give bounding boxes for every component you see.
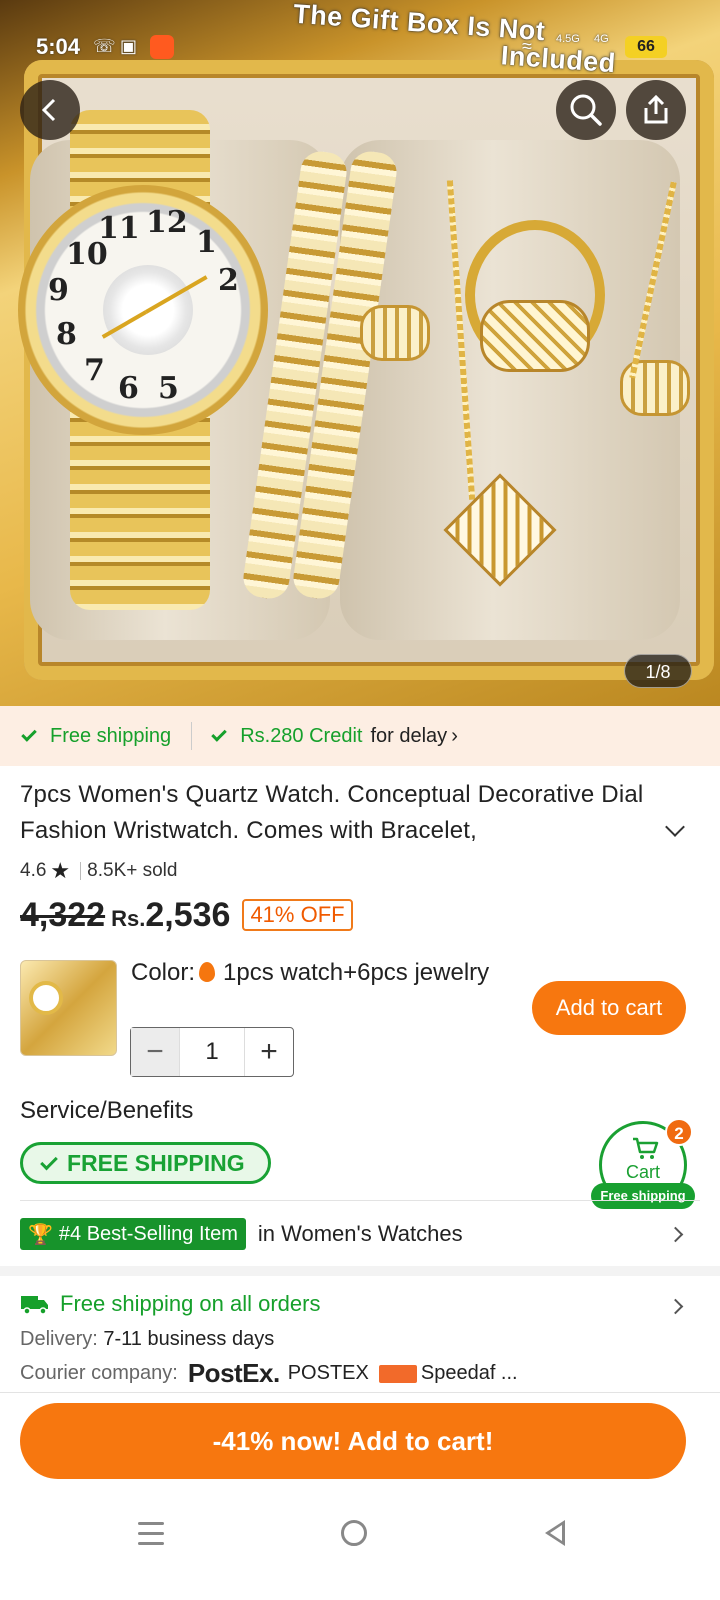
product-title: 7pcs Women's Quartz Watch. Conceptual De… [20, 781, 644, 844]
home-icon[interactable] [341, 1520, 367, 1546]
truck-icon [21, 1296, 48, 1315]
postex-logo: PostEx. [187, 1358, 280, 1388]
status-time: 5:04 [36, 34, 81, 59]
share-button[interactable] [626, 80, 686, 140]
best-selling-label: #4 Best-Selling Item [58, 1222, 238, 1245]
earring [360, 305, 430, 361]
courier-postex: POSTEX [287, 1362, 369, 1384]
best-selling-row[interactable]: 🏆 #4 Best-Selling Item in Women's Watche… [20, 1217, 700, 1251]
delivery-value: 7-11 business days [103, 1328, 275, 1350]
cart-free-shipping-label: Free shipping [591, 1183, 695, 1209]
dial-number: 6 [118, 371, 139, 406]
ring-stone [480, 300, 590, 372]
network-label: 4.5G [556, 33, 580, 45]
sold-count: 8.5K+ sold [87, 860, 178, 881]
courier-company: Courier company: PostEx. POSTEX Speedaf … [20, 1358, 518, 1389]
rating-row[interactable]: 4.6 ★ 8.5K+ sold [20, 858, 177, 884]
free-shipping-orders[interactable]: Free shipping on all orders [20, 1291, 320, 1317]
check-icon [211, 726, 227, 742]
system-nav-bar [0, 1500, 720, 1600]
cart-label: Cart [625, 1162, 660, 1182]
watch-face: 12 1 2 11 10 9 8 7 6 5 [18, 185, 268, 435]
status-bar: 5:04 ☏ ▣ ≈ 4.5G 4G 66 [0, 28, 720, 68]
free-shipping-badge[interactable]: FREE SHIPPING [20, 1142, 271, 1184]
decrease-quantity-button[interactable]: − [131, 1028, 179, 1076]
dial-number: 1 [196, 225, 217, 260]
expand-title-chevron-icon[interactable] [665, 817, 685, 837]
speedaf-logo [378, 1364, 417, 1383]
quantity-stepper[interactable]: − 1 + [130, 1027, 294, 1077]
dial-number: 12 [146, 205, 188, 240]
star-icon: ★ [50, 858, 71, 883]
network-label: 4G [594, 33, 609, 45]
divider [20, 1200, 700, 1201]
battery-indicator: 66 [625, 36, 667, 58]
chevron-left-icon [41, 98, 56, 122]
best-selling-badge: 🏆 #4 Best-Selling Item [20, 1218, 246, 1250]
variant-color[interactable]: Color: 1pcs watch+6pcs jewelry [131, 958, 491, 988]
credit-amount: Rs.280 Credit [240, 724, 363, 747]
cart-icon [633, 1137, 659, 1159]
parking-icon: ▣ [120, 36, 138, 56]
increase-quantity-button[interactable]: + [245, 1028, 293, 1076]
divider [0, 1392, 720, 1393]
dial-number: 10 [66, 237, 108, 272]
trophy-icon: 🏆 [28, 1223, 53, 1246]
dial-number: 5 [158, 371, 179, 406]
color-label: Color: [131, 959, 196, 986]
section-separator [0, 1266, 720, 1276]
back-button[interactable] [20, 80, 80, 140]
search-button[interactable] [556, 80, 616, 140]
best-selling-category: in Women's Watches [257, 1221, 463, 1246]
free-shipping-badge-label: FREE SHIPPING [67, 1149, 245, 1176]
dial-number: 8 [56, 317, 77, 352]
delivery-time: Delivery: 7-11 business days [20, 1328, 274, 1351]
quantity-value[interactable]: 1 [179, 1028, 245, 1076]
share-icon [644, 94, 668, 124]
divider [80, 862, 82, 880]
delivery-label: Delivery: [20, 1328, 98, 1350]
back-triangle-icon[interactable] [545, 1520, 565, 1546]
check-icon [40, 1152, 58, 1170]
main-add-to-cart-button[interactable]: -41% now! Add to cart! [20, 1403, 686, 1479]
thumbnail-watch [29, 981, 63, 1015]
add-to-cart-button[interactable]: Add to cart [532, 981, 686, 1035]
app-notification-icon [150, 35, 174, 59]
wifi-icon: ≈ [522, 36, 532, 56]
shipping-benefits-strip[interactable]: Free shipping Rs.280 Credit for delay › [0, 706, 720, 766]
chevron-right-icon: › [451, 724, 458, 747]
free-shipping-orders-label: Free shipping on all orders [60, 1291, 321, 1316]
dial-number: 2 [218, 263, 239, 298]
price-row: 4,322 Rs. 2,536 41% OFF [20, 896, 353, 935]
original-price: 4,322 [20, 896, 106, 934]
sale-price: 2,536 [145, 896, 231, 934]
color-value: 1pcs watch+6pcs jewelry [223, 959, 490, 986]
currency: Rs. [111, 906, 146, 931]
credit-suffix: for delay [370, 724, 448, 747]
flame-icon [199, 962, 216, 982]
service-benefits-title: Service/Benefits [20, 1097, 194, 1124]
courier-speedaf: Speedaf ... [420, 1362, 518, 1384]
free-shipping-label: Free shipping [50, 724, 172, 747]
dial-number: 7 [84, 353, 105, 388]
whatsapp-icon: ☏ [93, 36, 116, 56]
image-counter: 1/8 [624, 654, 692, 688]
check-icon [21, 726, 37, 742]
chevron-right-icon[interactable] [667, 1298, 684, 1315]
dial-number: 9 [48, 273, 69, 308]
courier-label: Courier company: [20, 1362, 178, 1384]
recent-apps-icon[interactable] [138, 1522, 164, 1552]
divider [191, 722, 193, 750]
variant-thumbnail[interactable] [20, 960, 117, 1056]
discount-badge: 41% OFF [242, 899, 353, 931]
rating-value: 4.6 [20, 860, 47, 881]
cart-count-badge: 2 [665, 1118, 693, 1146]
search-icon [570, 94, 602, 126]
